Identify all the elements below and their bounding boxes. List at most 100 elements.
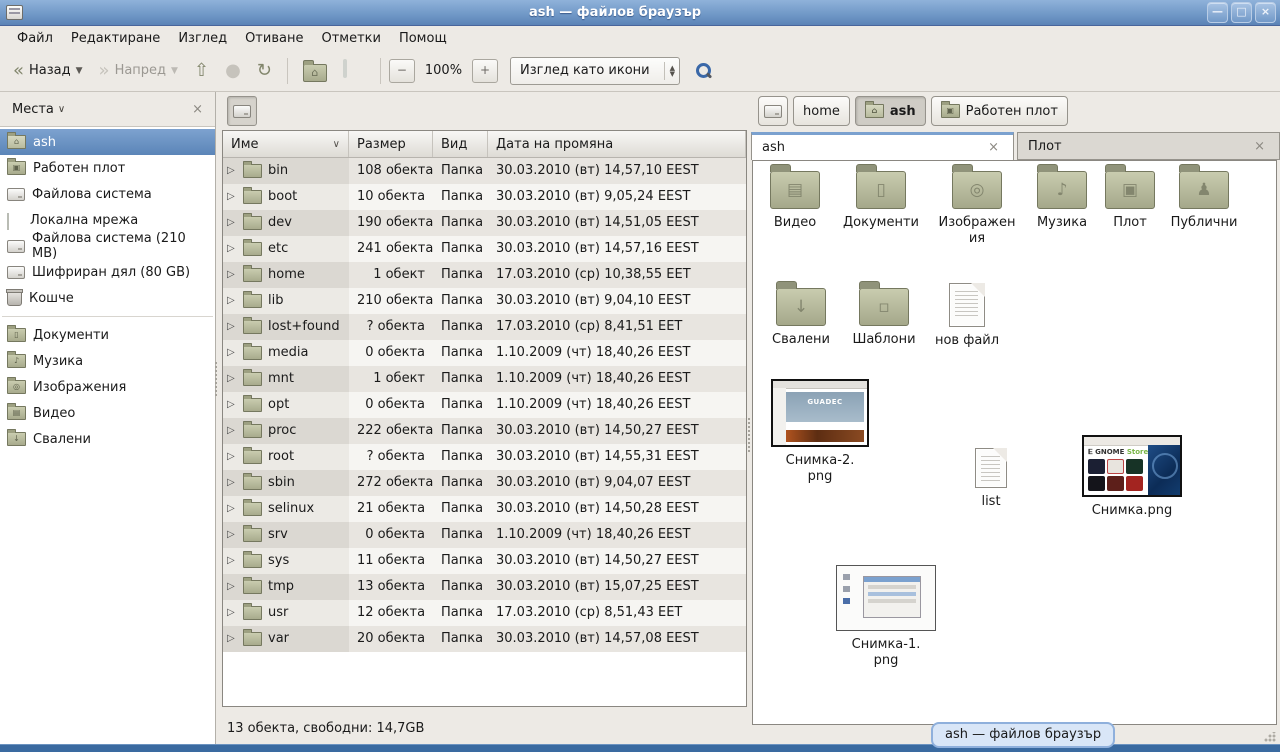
list-item[interactable]: list — [949, 448, 1033, 510]
sidebar-item-music[interactable]: ♪ Музика — [0, 348, 215, 374]
table-row[interactable]: ▷tmp 13 обектаПапка30.03.2010 (вт) 15,07… — [223, 574, 746, 600]
expander-icon[interactable]: ▷ — [227, 496, 237, 522]
table-row[interactable]: ▷usr 12 обектаПапка17.03.2010 (ср) 8,51,… — [223, 600, 746, 626]
sidebar-item-filesystem-210mb[interactable]: Файлова система (210 MB) — [0, 233, 215, 259]
forward-button[interactable]: » Напред ▼ — [92, 57, 185, 85]
sidebar-item-encrypted-80gb[interactable]: Шифриран дял (80 GB) — [0, 259, 215, 285]
table-row[interactable]: ▷var 20 обектаПапка30.03.2010 (вт) 14,57… — [223, 626, 746, 652]
tab-ash[interactable]: ash × — [751, 132, 1014, 160]
home-button[interactable]: ⌂ — [296, 55, 334, 87]
table-row[interactable]: ▷opt 0 обектаПапка1.10.2009 (чт) 18,40,2… — [223, 392, 746, 418]
stop-button[interactable]: ● — [218, 57, 248, 85]
sidebar-item-video[interactable]: ▤ Видео — [0, 400, 215, 426]
sidebar-item-ash[interactable]: ⌂ ash — [0, 129, 215, 155]
list-item[interactable]: Снимка-1. png — [836, 565, 936, 669]
view-mode-select[interactable]: Изглед като икони ▲▼ — [510, 57, 680, 85]
sidebar-item-filesystem[interactable]: Файлова система — [0, 181, 215, 207]
table-row[interactable]: ▷sys 11 обектаПапка30.03.2010 (вт) 14,50… — [223, 548, 746, 574]
table-row[interactable]: ▷proc 222 обектаПапка30.03.2010 (вт) 14,… — [223, 418, 746, 444]
expander-icon[interactable]: ▷ — [227, 548, 237, 574]
expander-icon[interactable]: ▷ — [227, 470, 237, 496]
expander-icon[interactable]: ▷ — [227, 418, 237, 444]
expander-icon[interactable]: ▷ — [227, 158, 237, 184]
expander-icon[interactable]: ▷ — [227, 314, 237, 340]
table-row[interactable]: ▷selinux 21 обектаПапка30.03.2010 (вт) 1… — [223, 496, 746, 522]
titlebar[interactable]: ash — файлов браузър — □ × — [0, 0, 1280, 26]
sidebar-item-documents[interactable]: ▯ Документи — [0, 322, 215, 348]
list-item[interactable]: GUADEC Снимка-2. png — [770, 379, 870, 485]
table-row[interactable]: ▷media 0 обектаПапка1.10.2009 (чт) 18,40… — [223, 340, 746, 366]
table-row[interactable]: ▷boot 10 обектаПапка30.03.2010 (вт) 9,05… — [223, 184, 746, 210]
column-header-date[interactable]: Дата на промяна — [488, 131, 746, 157]
filesystem-root-button[interactable] — [227, 96, 257, 126]
sidebar-item-images[interactable]: ◎ Изображения — [0, 374, 215, 400]
expander-icon[interactable]: ▷ — [227, 236, 237, 262]
list-item[interactable]: ▤ Видео — [753, 171, 837, 231]
sidebar-item-desktop[interactable]: ▣ Работен плот — [0, 155, 215, 181]
back-history-caret[interactable]: ▼ — [76, 66, 83, 76]
sidebar-item-trash[interactable]: Кошче — [0, 285, 215, 311]
path-desktop-button[interactable]: ▣ Работен плот — [931, 96, 1068, 126]
menu-help[interactable]: Помощ — [390, 28, 456, 49]
sidebar-mode-select[interactable]: Места — [12, 102, 54, 117]
maximize-button[interactable]: □ — [1231, 2, 1252, 23]
tab-plot[interactable]: Плот × — [1017, 132, 1280, 160]
expander-icon[interactable]: ▷ — [227, 210, 237, 236]
expander-icon[interactable]: ▷ — [227, 184, 237, 210]
search-icon[interactable] — [694, 61, 714, 81]
expander-icon[interactable]: ▷ — [227, 522, 237, 548]
menu-file[interactable]: Файл — [8, 28, 62, 49]
column-header-type[interactable]: Вид — [433, 131, 488, 157]
table-row[interactable]: ▷home 1 обектПапка17.03.2010 (ср) 10,38,… — [223, 262, 746, 288]
table-row[interactable]: ▷dev 190 обектаПапка30.03.2010 (вт) 14,5… — [223, 210, 746, 236]
menu-edit[interactable]: Редактиране — [62, 28, 169, 49]
computer-button[interactable] — [336, 56, 372, 86]
minimize-button[interactable]: — — [1207, 2, 1228, 23]
zoom-out-button[interactable]: − — [389, 59, 415, 83]
sidebar-close-icon[interactable]: × — [188, 102, 207, 117]
table-row[interactable]: ▷bin 108 обектаПапка30.03.2010 (вт) 14,5… — [223, 158, 746, 184]
icon-view[interactable]: ▤ Видео ▯ Документи ◎ Изображен ия ♪ Муз… — [752, 160, 1277, 725]
tab-close-icon[interactable]: × — [984, 140, 1003, 155]
close-button[interactable]: × — [1255, 2, 1276, 23]
expander-icon[interactable]: ▷ — [227, 444, 237, 470]
path-root-button[interactable] — [758, 96, 788, 126]
resize-grip[interactable] — [1264, 732, 1276, 742]
table-row[interactable]: ▷lost+found ? обектаПапка17.03.2010 (ср)… — [223, 314, 746, 340]
menu-go[interactable]: Отиване — [236, 28, 312, 49]
pane-resize-grip[interactable] — [748, 418, 750, 452]
list-item[interactable]: ▣ Плот — [1097, 171, 1163, 231]
list-item[interactable]: ♪ Музика — [1021, 171, 1103, 231]
list-item[interactable]: ↓ Свалени — [759, 288, 843, 348]
expander-icon[interactable]: ▷ — [227, 340, 237, 366]
back-button[interactable]: « Назад ▼ — [6, 57, 90, 85]
reload-button[interactable]: ↻ — [250, 57, 279, 85]
column-header-size[interactable]: Размер — [349, 131, 433, 157]
table-row[interactable]: ▷sbin 272 обектаПапка30.03.2010 (вт) 9,0… — [223, 470, 746, 496]
sidebar-item-downloads[interactable]: ↓ Свалени — [0, 426, 215, 452]
sidebar-item-local-network[interactable]: Локална мрежа — [0, 207, 215, 233]
table-row[interactable]: ▷etc 241 обектаПапка30.03.2010 (вт) 14,5… — [223, 236, 746, 262]
expander-icon[interactable]: ▷ — [227, 574, 237, 600]
list-item[interactable]: ▯ Документи — [837, 171, 925, 231]
column-header-name[interactable]: Име∨ — [223, 131, 349, 157]
up-button[interactable]: ⇧ — [187, 57, 216, 85]
table-row[interactable]: ▷lib 210 обектаПапка30.03.2010 (вт) 9,04… — [223, 288, 746, 314]
list-item[interactable]: ▫ Шаблони — [841, 288, 927, 348]
list-item[interactable]: нов файл — [925, 283, 1009, 349]
path-ash-button[interactable]: ⌂ ash — [855, 96, 926, 126]
tab-close-icon[interactable]: × — [1250, 139, 1269, 154]
expander-icon[interactable]: ▷ — [227, 626, 237, 652]
expander-icon[interactable]: ▷ — [227, 366, 237, 392]
zoom-in-button[interactable]: + — [472, 59, 498, 83]
list-item[interactable]: ◎ Изображен ия — [933, 171, 1021, 247]
expander-icon[interactable]: ▷ — [227, 600, 237, 626]
expander-icon[interactable]: ▷ — [227, 262, 237, 288]
table-row[interactable]: ▷mnt 1 обектПапка1.10.2009 (чт) 18,40,26… — [223, 366, 746, 392]
path-home-button[interactable]: home — [793, 96, 850, 126]
list-item[interactable]: 𝐄 GNOME Store Снимка.png — [1080, 435, 1184, 519]
list-item[interactable]: ♟ Публични — [1161, 171, 1247, 231]
table-row[interactable]: ▷root ? обектаПапка30.03.2010 (вт) 14,55… — [223, 444, 746, 470]
menu-view[interactable]: Изглед — [169, 28, 236, 49]
table-row[interactable]: ▷srv 0 обектаПапка1.10.2009 (чт) 18,40,2… — [223, 522, 746, 548]
